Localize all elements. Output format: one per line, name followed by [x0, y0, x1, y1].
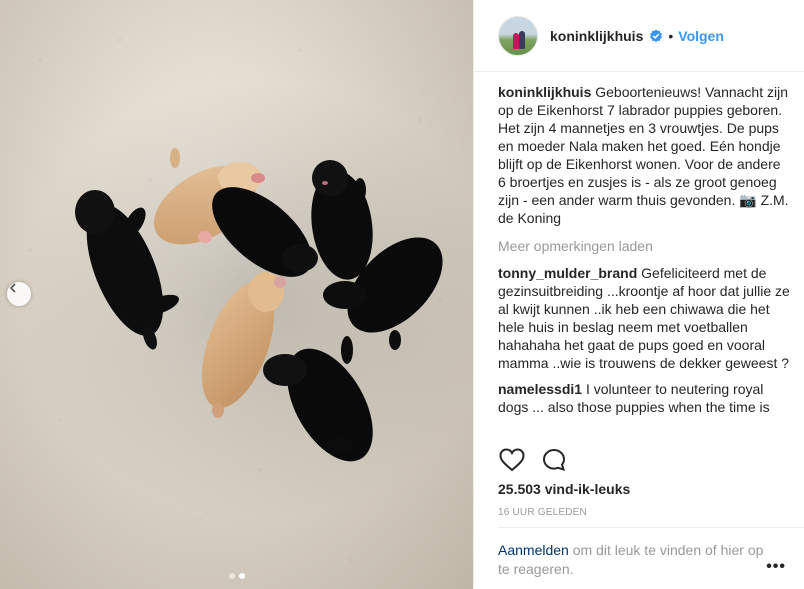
divider: [498, 527, 804, 528]
follow-button[interactable]: Volgen: [678, 28, 724, 44]
comments-list[interactable]: koninklijkhuis Geboortenieuws! Vannacht …: [498, 73, 790, 438]
like-count[interactable]: 25.503 vind-ik-leuks: [498, 481, 630, 497]
action-bar: [498, 446, 568, 474]
comment-bubble-icon[interactable]: [540, 446, 568, 474]
login-link[interactable]: Aanmelden: [498, 542, 569, 558]
comment-username[interactable]: namelessdi1: [498, 381, 582, 397]
carousel-dot: [228, 573, 235, 579]
comment-username[interactable]: tonny_mulder_brand: [498, 265, 637, 281]
post-timestamp[interactable]: 16 UUR GELEDEN: [498, 507, 587, 518]
carousel-prev-button[interactable]: [7, 282, 31, 306]
post-header: koninklijkhuis • Volgen: [474, 0, 804, 72]
carousel-indicator: [0, 573, 473, 579]
separator-bullet: •: [668, 27, 674, 44]
login-prompt: Aanmelden om dit leuk te vinden of hier …: [498, 541, 768, 579]
verified-badge-icon: [649, 29, 663, 43]
load-more-comments-button[interactable]: Meer opmerkingen laden: [498, 237, 790, 255]
comment-item: tonny_mulder_brand Gefeliciteerd met de …: [498, 264, 790, 372]
username[interactable]: koninklijkhuis: [550, 28, 643, 44]
caption-username[interactable]: koninklijkhuis: [498, 84, 591, 100]
post-viewer: koninklijkhuis • Volgen koninklijkhuis G…: [0, 0, 804, 589]
carousel-dot-active: [238, 573, 245, 579]
post-photo[interactable]: [0, 0, 473, 589]
caption: koninklijkhuis Geboortenieuws! Vannacht …: [498, 83, 790, 227]
comment-item: namelessdi1 I volunteer to neutering roy…: [498, 380, 790, 416]
avatar[interactable]: [498, 15, 538, 56]
post-details: koninklijkhuis • Volgen koninklijkhuis G…: [473, 0, 804, 589]
puppies-image: [20, 38, 473, 562]
more-options-icon[interactable]: •••: [766, 558, 786, 576]
heart-outline-icon[interactable]: [498, 446, 526, 474]
caption-text: Geboortenieuws! Vannacht zijn op de Eike…: [498, 84, 789, 226]
